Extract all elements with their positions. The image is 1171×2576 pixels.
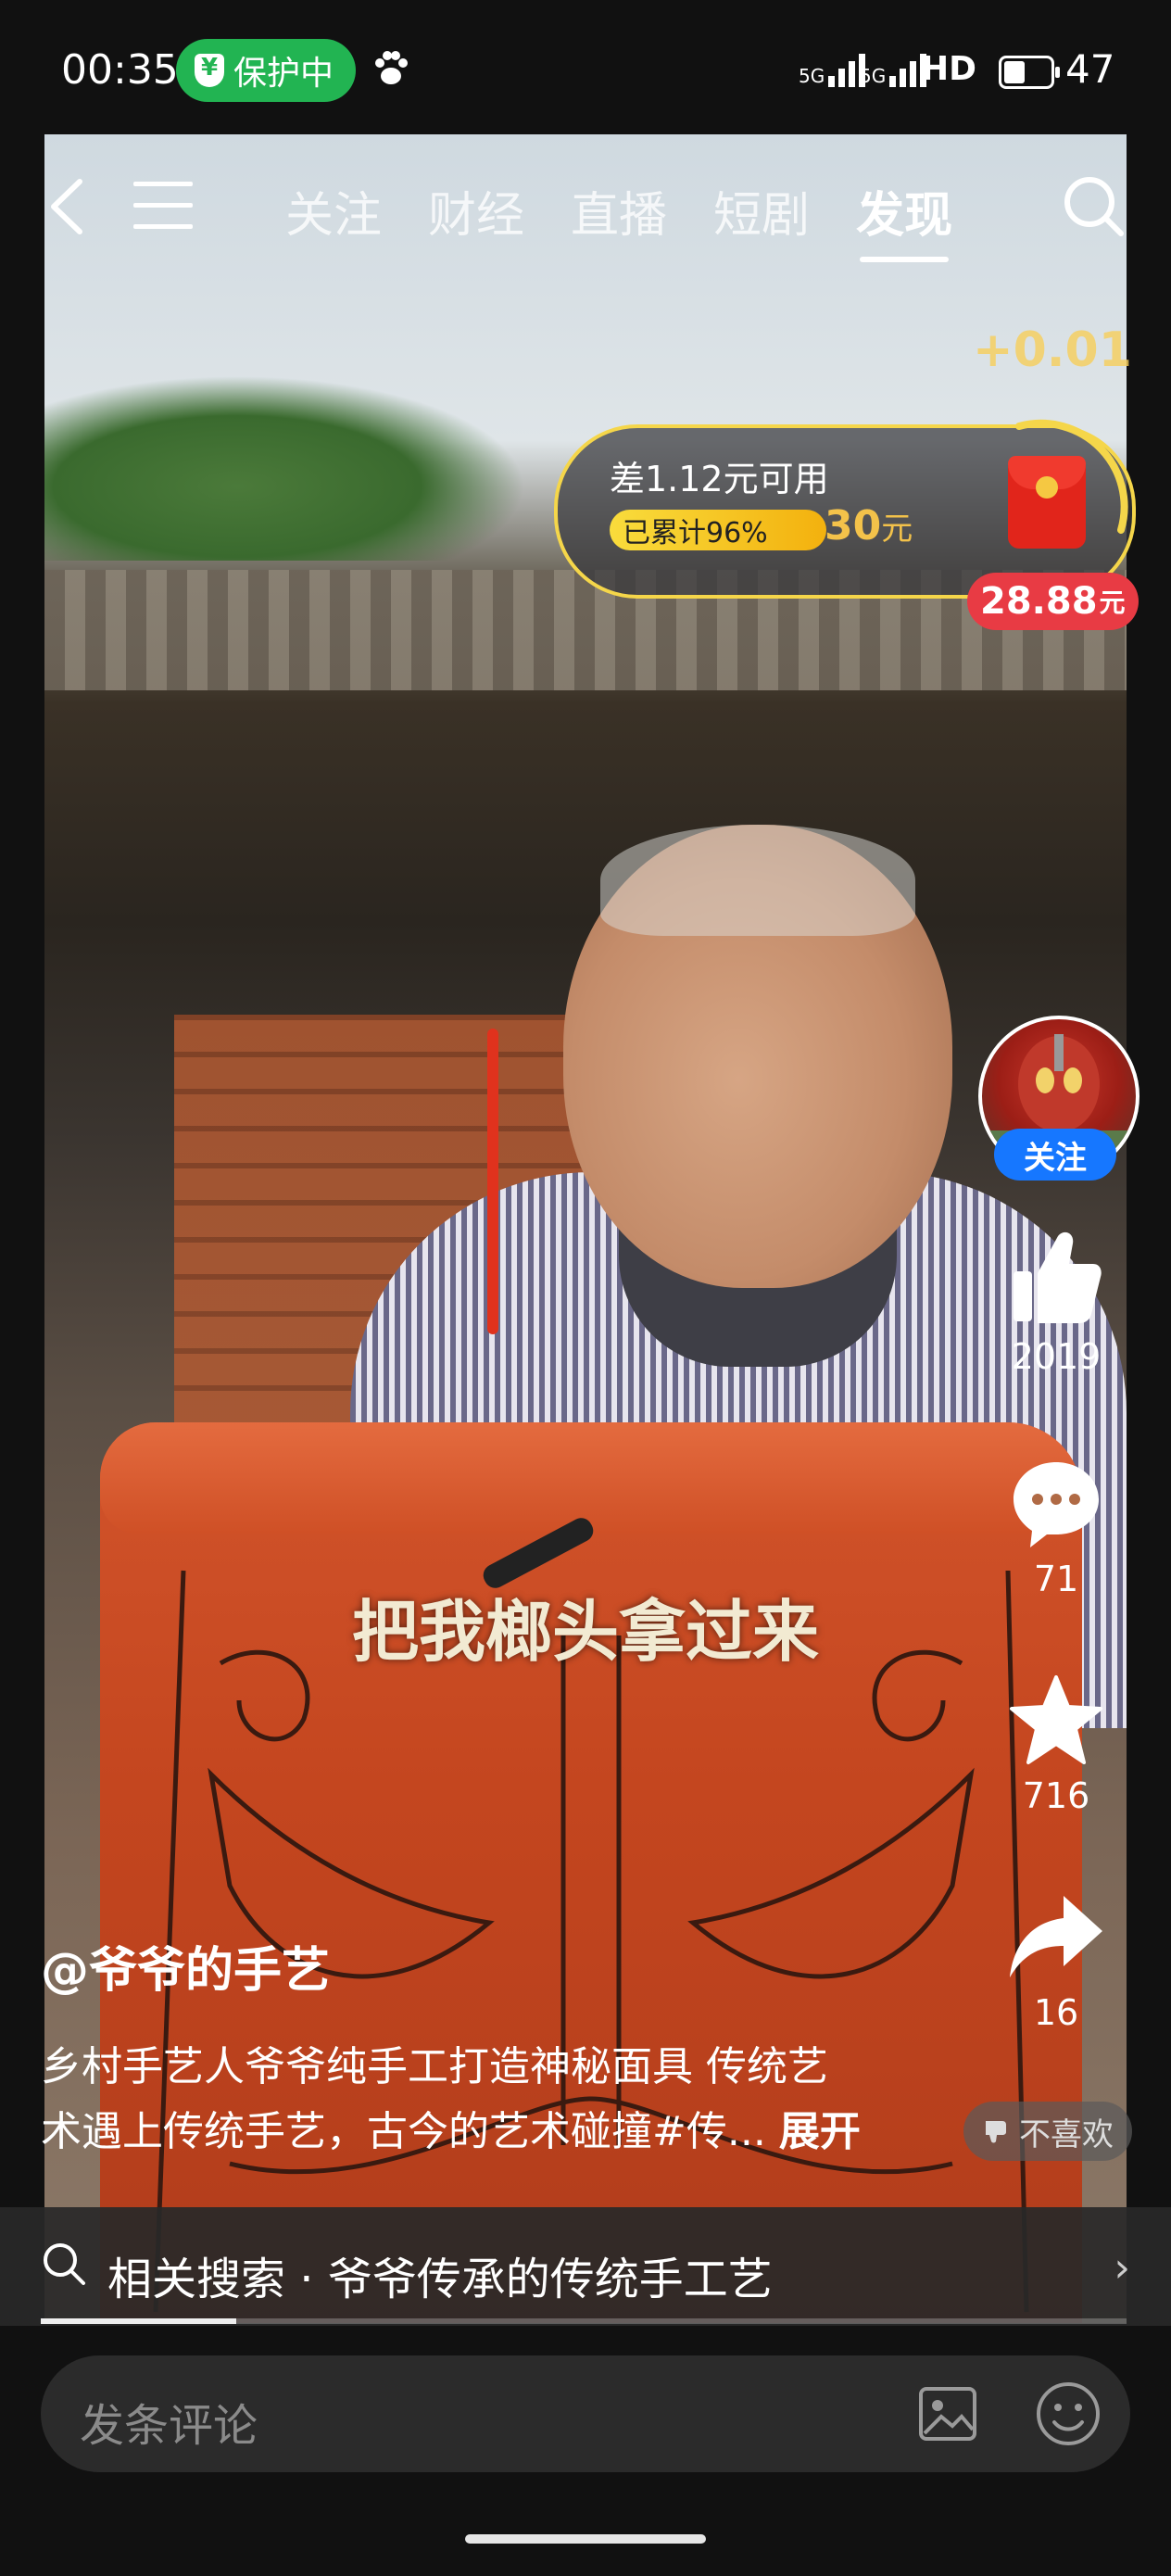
bottom-bar: 发条评论	[0, 2326, 1171, 2576]
image-icon[interactable]	[915, 2381, 980, 2446]
star-icon	[1010, 1675, 1102, 1764]
like-count: 2019	[1011, 1336, 1102, 1377]
tab-short-drama[interactable]: 短剧	[713, 176, 810, 246]
signal-1: 5G	[799, 52, 866, 87]
playback-progress-bar[interactable]	[41, 2318, 1127, 2324]
favorite-action[interactable]: 716	[1001, 1673, 1112, 1816]
comment-placeholder: 发条评论	[80, 2400, 258, 2452]
reward-progress-label: 已累计96%	[623, 517, 768, 549]
battery-icon	[999, 56, 1060, 89]
description-line-1: 乡村手艺人爷爷纯手工打造神秘面具 传统艺	[41, 2043, 828, 2090]
follow-button[interactable]: 关注	[994, 1129, 1116, 1181]
thumbs-up-icon	[1014, 1231, 1102, 1323]
red-packet-icon[interactable]	[1008, 456, 1086, 549]
video-trees	[44, 375, 526, 561]
home-indicator[interactable]	[465, 2534, 706, 2544]
signal-2-label: 5G	[860, 65, 887, 87]
tab-live[interactable]: 直播	[571, 176, 667, 246]
top-nav: 关注 财经 直播 短剧 发现	[44, 158, 1127, 262]
chevron-right-icon: ›	[1114, 2244, 1130, 2292]
protection-label: 保护中	[233, 55, 334, 93]
menu-icon[interactable]	[133, 182, 193, 232]
battery-level: 47	[1065, 46, 1115, 92]
clock: 00:35	[61, 46, 179, 94]
cash-amount: 28.88	[980, 580, 1098, 623]
protection-badge[interactable]: 保护中	[176, 39, 357, 102]
reward-target-unit: 元	[881, 511, 913, 548]
signal-1-label: 5G	[799, 65, 825, 87]
post-description[interactable]: 乡村手艺人爷爷纯手工打造神秘面具 传统艺 术遇上传统手艺，古今的艺术碰撞#传..…	[41, 2035, 967, 2165]
cash-unit: 元	[1099, 587, 1126, 618]
bonus-increment: +0.01	[973, 322, 1132, 378]
reward-progress-bar: 已累计96%	[610, 510, 826, 550]
paw-icon	[375, 51, 408, 84]
share-arrow-icon	[1010, 1896, 1102, 1977]
video-wood-block	[100, 1422, 1082, 2323]
comment-bubble-icon	[1014, 1462, 1099, 1547]
reward-target-amount: 30	[825, 502, 882, 549]
thumbs-down-icon	[986, 2121, 1006, 2143]
signal-2: 5G	[860, 52, 927, 87]
like-action[interactable]: 2019	[1001, 1229, 1112, 1377]
tab-follow[interactable]: 关注	[285, 176, 382, 246]
share-count: 16	[1033, 1992, 1079, 2033]
description-line-2: 术遇上传统手艺，古今的艺术碰撞#传...	[41, 2108, 766, 2155]
status-bar: 00:35 保护中 5G 5G HD 47	[0, 0, 1171, 134]
emoji-icon[interactable]	[1034, 2380, 1102, 2448]
video-subtitle: 把我榔头拿过来	[351, 1593, 819, 1671]
video-wood-block-top	[100, 1422, 1082, 1534]
description-line-2-wrap: 术遇上传统手艺，古今的艺术碰撞#传... 展开	[41, 2100, 967, 2165]
cash-balance[interactable]: 28.88 元	[967, 573, 1139, 630]
share-action[interactable]: 16	[1001, 1890, 1112, 2033]
comment-input[interactable]: 发条评论	[41, 2355, 1130, 2472]
search-icon[interactable]	[1060, 172, 1127, 239]
video-person-hair	[600, 825, 915, 936]
related-search-text: 相关搜索 · 爷爷传承的传统手工艺	[107, 2254, 773, 2305]
nav-tabs: 关注 财经 直播 短剧 发现	[285, 176, 952, 262]
hd-indicator: HD	[921, 50, 977, 88]
author-name[interactable]: @爷爷的手艺	[41, 1931, 330, 2001]
dislike-button[interactable]: 不喜欢	[963, 2102, 1132, 2161]
tab-discover[interactable]: 发现	[856, 176, 952, 262]
video-red-stick	[487, 1029, 498, 1334]
playback-progress-fill	[41, 2318, 236, 2324]
back-icon[interactable]	[44, 174, 100, 239]
favorite-count: 716	[1022, 1775, 1090, 1816]
search-icon	[44, 2243, 85, 2285]
reward-target: 30元	[825, 502, 913, 549]
expand-link[interactable]: 展开	[779, 2108, 861, 2155]
dislike-label: 不喜欢	[1019, 2115, 1114, 2153]
tab-finance[interactable]: 财经	[428, 176, 524, 246]
related-search-bar[interactable]: 相关搜索 · 爷爷传承的传统手工艺 ›	[0, 2207, 1171, 2326]
reward-hint: 差1.12元可用	[610, 459, 829, 499]
shield-icon	[195, 54, 224, 87]
